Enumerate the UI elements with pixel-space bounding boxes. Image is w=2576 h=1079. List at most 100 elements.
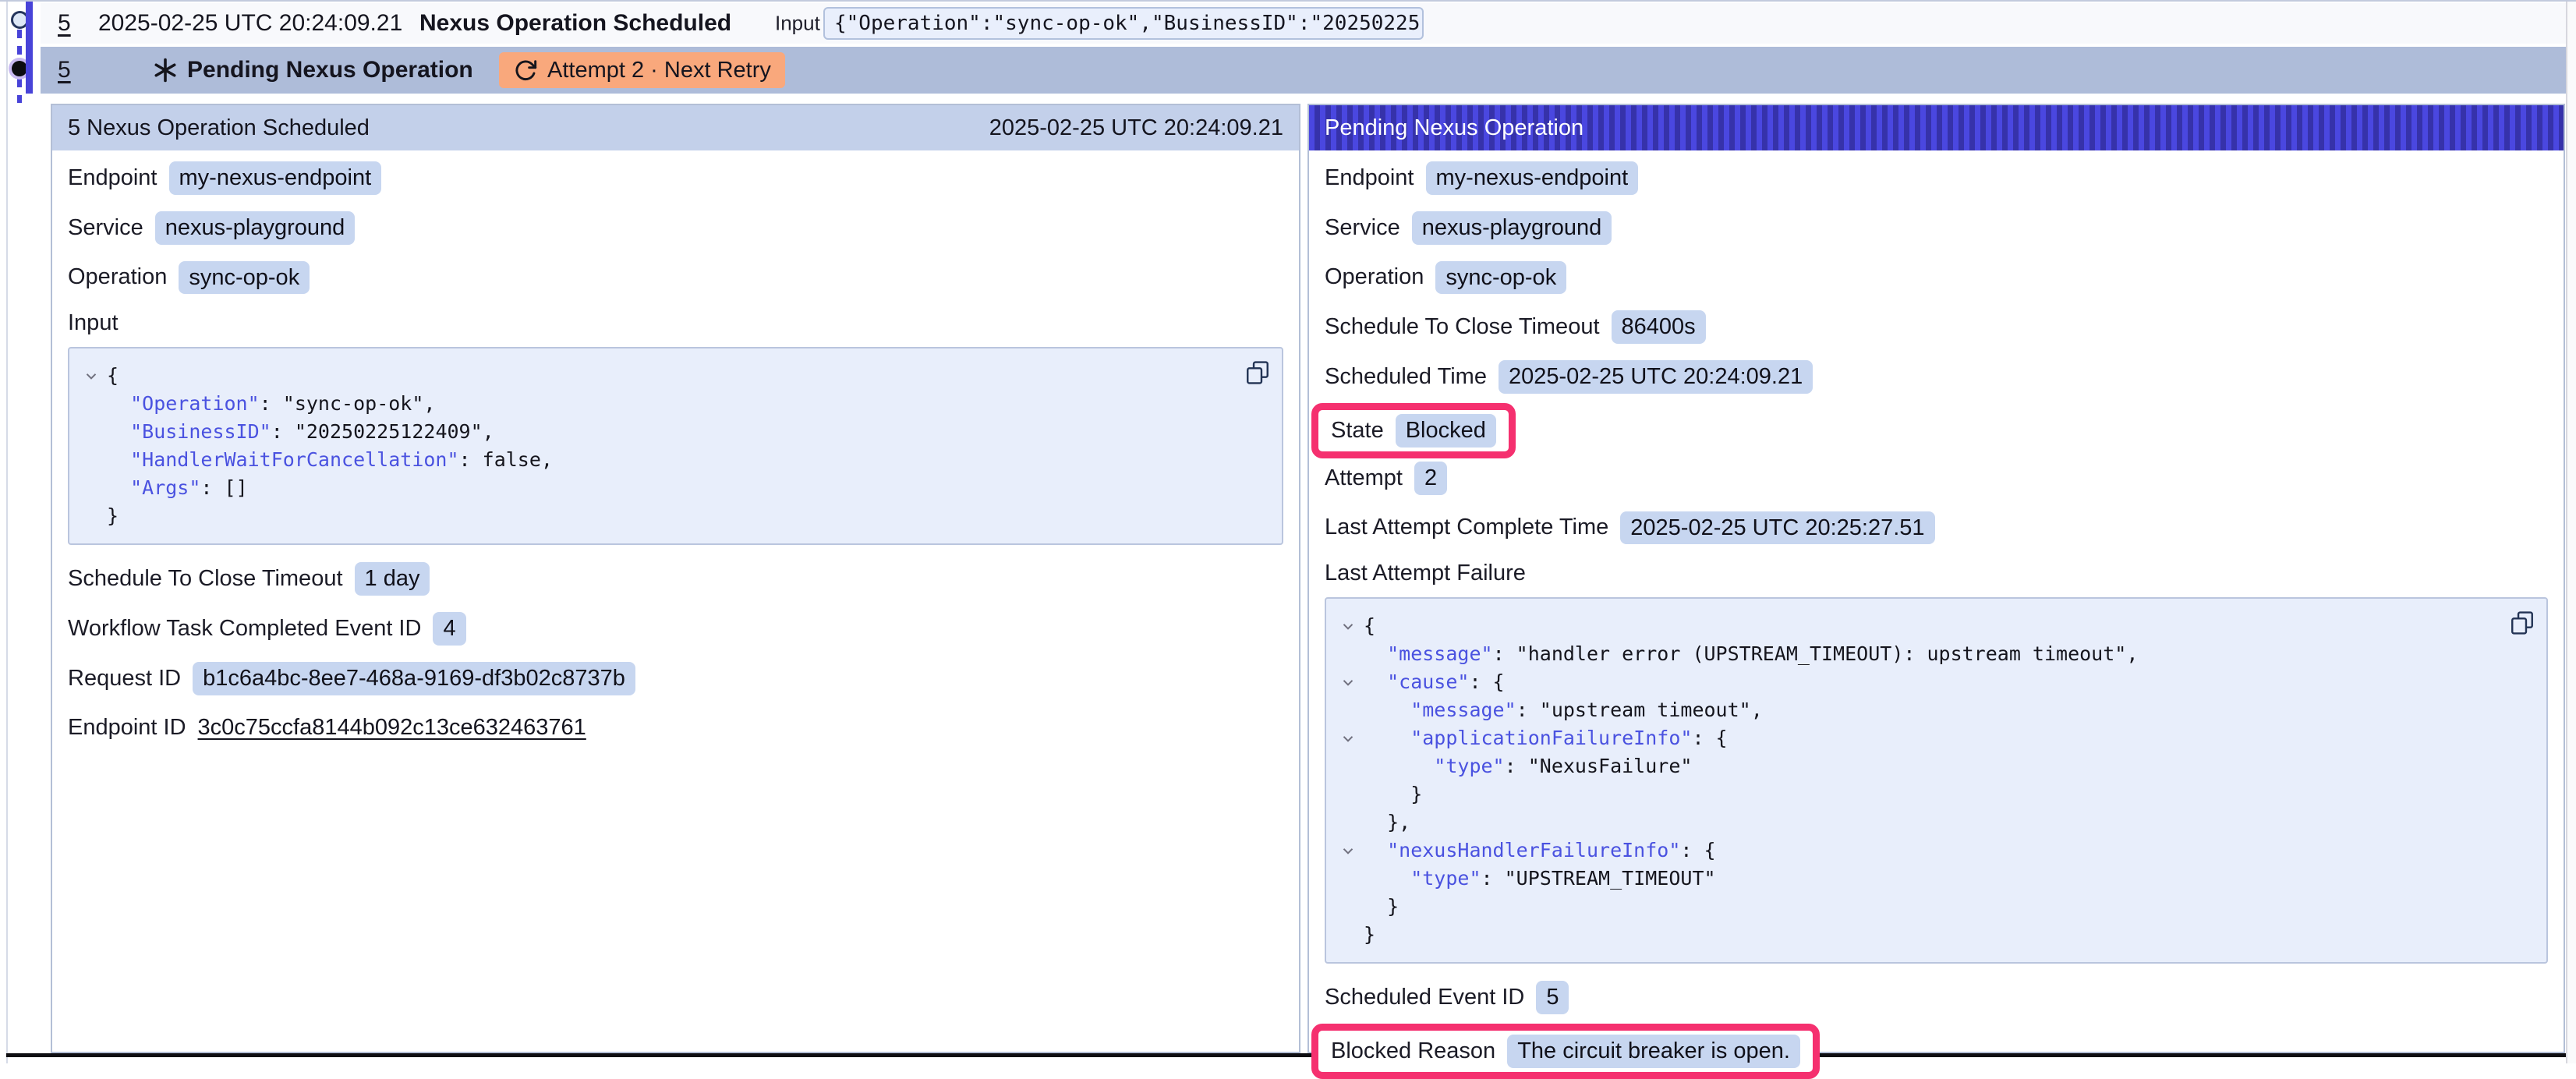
code-text: "HandlerWaitForCancellation": false,	[107, 446, 553, 474]
event-id-link[interactable]: 5	[58, 10, 71, 37]
field-request-id: Request ID b1c6a4bc-8ee7-468a-9169-df3b02…	[68, 662, 1283, 695]
field-value-badge: Blocked	[1396, 414, 1496, 448]
code-line: "type": "NexusFailure"	[1332, 752, 2500, 780]
code-text: "BusinessID": "20250225122409",	[107, 418, 494, 446]
code-line: "Operation": "sync-op-ok",	[76, 390, 1235, 418]
chevron-down-icon[interactable]	[76, 362, 107, 390]
highlighted-field-state: State Blocked	[1311, 403, 1516, 458]
code-text: {	[1364, 612, 1375, 640]
field-value-badge: b1c6a4bc-8ee7-468a-9169-df3b02c8737b	[193, 662, 635, 695]
caret-gutter	[1332, 808, 1364, 837]
asterisk-icon	[151, 56, 179, 84]
field-scheduled-event-id: Scheduled Event ID 5	[1325, 981, 2548, 1014]
input-preview-badge[interactable]: {"Operation":"sync-op-ok","BusinessID":"…	[823, 7, 1424, 40]
code-line: "type": "UPSTREAM_TIMEOUT"	[1332, 865, 2500, 893]
field-schedule-to-close-timeout: Schedule To Close Timeout86400s	[1325, 310, 2548, 344]
circle-filled-icon	[12, 61, 27, 76]
input-section-label: Input	[68, 310, 1283, 336]
field-label: Scheduled Time	[1325, 364, 1487, 390]
timeline-active-group-bar	[26, 2, 33, 94]
field-value-badge: 2025-02-25 UTC 20:25:27.51	[1620, 511, 1934, 545]
field-label: Last Attempt Complete Time	[1325, 515, 1608, 540]
field-endpoint: Endpointmy-nexus-endpoint	[1325, 161, 2548, 195]
event-title: Pending Nexus Operation	[187, 57, 473, 83]
code-line: {	[1332, 612, 2500, 640]
chevron-down-icon[interactable]	[1332, 612, 1364, 640]
caret-gutter	[76, 474, 107, 502]
field-value-badge: 5	[1536, 981, 1569, 1014]
field-label: State	[1331, 418, 1384, 444]
field-attempt: Attempt2	[1325, 462, 2548, 495]
copy-icon[interactable]	[2509, 610, 2535, 636]
field-endpoint-id: Endpoint ID 3c0c75ccfa8144b092c13ce632463…	[68, 712, 1283, 745]
event-timestamp: 2025-02-25 UTC 20:24:09.21	[98, 10, 402, 37]
retry-status-badge: Attempt 2 · Next Retry	[499, 52, 785, 88]
field-value-badge: sync-op-ok	[179, 261, 310, 295]
field-label: Operation	[1325, 264, 1424, 290]
code-text: "cause": {	[1364, 668, 1505, 696]
caret-gutter	[1332, 640, 1364, 668]
code-text: }	[1364, 780, 1422, 808]
field-value-link[interactable]: 3c0c75ccfa8144b092c13ce632463761	[198, 715, 586, 741]
field-value-badge: 1 day	[355, 562, 430, 596]
event-id-link[interactable]: 5	[58, 57, 71, 83]
field-value-badge: nexus-playground	[155, 211, 356, 245]
highlighted-field-blocked-reason: Blocked ReasonThe circuit breaker is ope…	[1311, 1024, 1820, 1079]
field-label: Workflow Task Completed Event ID	[68, 616, 421, 642]
chevron-down-icon[interactable]	[1332, 724, 1364, 752]
field-last-attempt-complete-time: Last Attempt Complete Time 2025-02-25 UTC…	[1325, 511, 2548, 545]
field-value-badge: my-nexus-endpoint	[169, 161, 382, 195]
temporal-event-history-screen: 5 2025-02-25 UTC 20:24:09.21 Nexus Opera…	[0, 0, 2576, 1063]
caret-gutter	[1332, 696, 1364, 724]
event-detail-panel-pending: Pending Nexus Operation Endpointmy-nexus…	[1307, 104, 2565, 1053]
field-label: Schedule To Close Timeout	[1325, 314, 1600, 340]
code-text: "type": "NexusFailure"	[1364, 752, 1692, 780]
event-detail-panel-scheduled: 5 Nexus Operation Scheduled 2025-02-25 U…	[51, 104, 1300, 1053]
failure-section-label: Last Attempt Failure	[1325, 561, 2548, 586]
caret-gutter	[1332, 893, 1364, 921]
caret-gutter	[1332, 752, 1364, 780]
code-line: "BusinessID": "20250225122409",	[76, 418, 1235, 446]
field-operation: Operation sync-op-ok	[68, 261, 1283, 295]
field-service: Servicenexus-playground	[1325, 211, 2548, 245]
caret-gutter	[76, 446, 107, 474]
field-scheduled-time: Scheduled Time 2025-02-25 UTC 20:24:09.21	[1325, 360, 2548, 394]
field-label: Scheduled Event ID	[1325, 985, 1524, 1010]
event-row-nexus-operation-scheduled[interactable]: 5 2025-02-25 UTC 20:24:09.21 Nexus Opera…	[41, 3, 2566, 44]
code-text: }	[1364, 921, 1375, 949]
code-text: "type": "UPSTREAM_TIMEOUT"	[1364, 865, 1716, 893]
field-label: Endpoint ID	[68, 715, 186, 741]
copy-icon[interactable]	[1244, 359, 1271, 386]
code-text: "message": "upstream timeout",	[1364, 696, 1763, 724]
field-label: Service	[1325, 215, 1400, 241]
caret-gutter	[76, 390, 107, 418]
code-line: }	[1332, 921, 2500, 949]
panel-title: 5 Nexus Operation Scheduled	[68, 115, 370, 141]
field-label: Request ID	[68, 666, 181, 692]
rotate-cw-icon	[513, 58, 538, 83]
event-row-pending-nexus-operation[interactable]: 5 Pending Nexus Operation Attempt 2 · Ne…	[41, 47, 2566, 94]
field-label: Attempt	[1325, 465, 1403, 491]
code-text: "nexusHandlerFailureInfo": {	[1364, 837, 1716, 865]
chevron-down-icon[interactable]	[1332, 668, 1364, 696]
field-value-badge: 2025-02-25 UTC 20:24:09.21	[1499, 360, 1813, 394]
scrollbar-track[interactable]	[2566, 2, 2576, 1063]
container-left-border	[6, 2, 8, 1063]
code-line: "HandlerWaitForCancellation": false,	[76, 446, 1235, 474]
field-label: Operation	[68, 264, 167, 290]
code-line: "Args": []	[76, 474, 1235, 502]
code-text: }	[107, 502, 119, 530]
code-line: }	[1332, 893, 2500, 921]
panel-title: Pending Nexus Operation	[1325, 115, 1583, 141]
field-value-badge: 4	[433, 612, 465, 646]
field-label: Endpoint	[68, 165, 157, 191]
code-line: },	[1332, 808, 2500, 837]
field-schedule-to-close-timeout: Schedule To Close Timeout1 day	[68, 562, 1283, 596]
code-text: }	[1364, 893, 1399, 921]
field-label: Endpoint	[1325, 165, 1414, 191]
caret-gutter	[1332, 780, 1364, 808]
chevron-down-icon[interactable]	[1332, 837, 1364, 865]
json-viewer-failure: {"message": "handler error (UPSTREAM_TIM…	[1325, 597, 2548, 964]
code-text: "applicationFailureInfo": {	[1364, 724, 1728, 752]
code-line: }	[76, 502, 1235, 530]
